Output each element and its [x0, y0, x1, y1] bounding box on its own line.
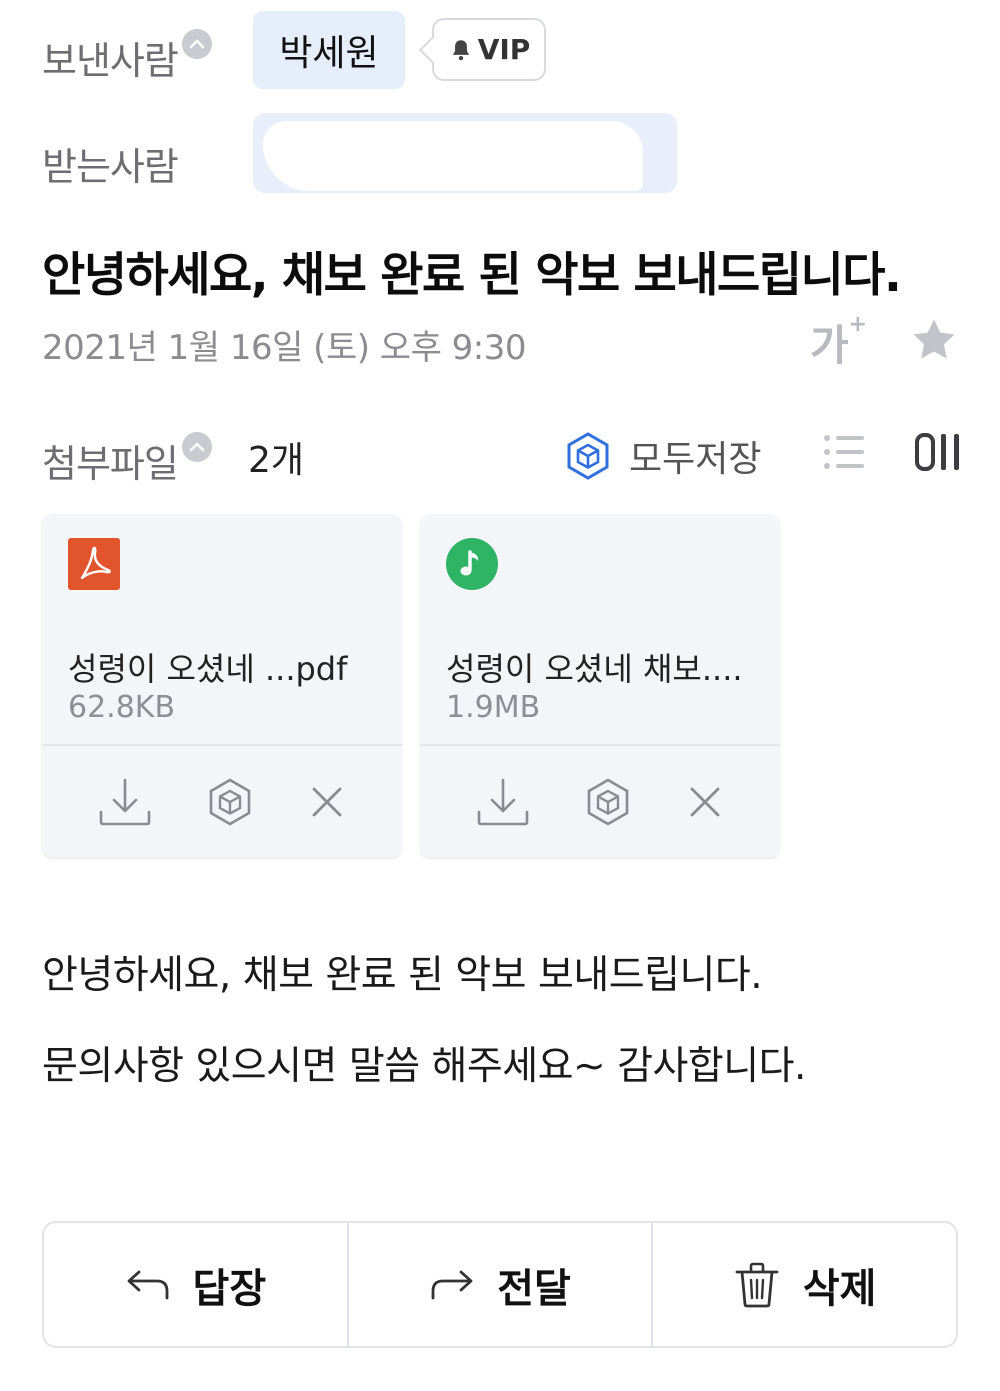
sender-row: 보낸사람 — [42, 28, 212, 85]
list-view-icon[interactable] — [822, 432, 866, 472]
sender-name: 박세원 — [279, 33, 379, 74]
font-size-button[interactable]: 가+ — [810, 312, 867, 373]
close-icon[interactable] — [307, 782, 347, 822]
bell-icon — [452, 39, 469, 60]
reply-icon — [127, 1270, 168, 1299]
attachment-size: 62.8KB — [68, 690, 176, 725]
recipient-label: 받는사람 — [42, 145, 179, 189]
attachment-size: 1.9MB — [446, 690, 541, 725]
sender-label: 보낸사람 — [42, 39, 179, 83]
delete-button[interactable]: 삭제 — [653, 1223, 956, 1346]
redaction-mask — [263, 121, 643, 191]
attachments-count: 2개 — [248, 440, 305, 481]
forward-icon — [431, 1270, 473, 1299]
cube-icon[interactable] — [207, 777, 253, 827]
mail-action-bar: 답장 전달 삭제 — [42, 1221, 958, 1348]
trash-icon — [735, 1262, 779, 1307]
star-icon[interactable] — [908, 314, 960, 366]
mail-body-line: 문의사항 있으시면 말씀 해주세요~ 감사합니다. — [42, 1044, 806, 1089]
forward-label: 전달 — [497, 1265, 571, 1312]
sender-name-chip[interactable]: 박세원 — [253, 11, 405, 89]
attachment-actions — [420, 746, 780, 857]
cube-icon[interactable] — [585, 777, 631, 827]
reply-button[interactable]: 답장 — [44, 1223, 349, 1346]
close-icon[interactable] — [685, 782, 725, 822]
attachment-card[interactable]: 성령이 오셨네 ...pdf 62.8KB — [42, 514, 402, 857]
mail-body-line: 안녕하세요, 채보 완료 된 악보 보내드립니다. — [42, 953, 763, 998]
save-all-button[interactable]: 모두저장 — [565, 430, 761, 482]
mail-subject: 안녕하세요, 채보 완료 된 악보 보내드립니다. — [42, 248, 902, 303]
recipient-row: 받는사람 — [42, 136, 179, 191]
delete-label: 삭제 — [802, 1265, 877, 1312]
pdf-icon — [68, 538, 120, 590]
forward-button[interactable]: 전달 — [349, 1223, 654, 1346]
font-size-label: 가 — [810, 321, 849, 370]
cube-icon — [567, 432, 609, 480]
download-icon[interactable] — [97, 776, 153, 828]
attachment-card[interactable]: 성령이 오셨네 채보.... 1.9MB — [420, 514, 780, 857]
mail-date: 2021년 1월 16일 (토) 오후 9:30 — [42, 328, 527, 368]
attachment-actions — [42, 746, 402, 857]
attachments-header: 첨부파일 — [42, 431, 212, 488]
attachment-name: 성령이 오셨네 채보.... — [446, 650, 743, 688]
card-view-icon[interactable] — [914, 432, 964, 472]
download-icon[interactable] — [475, 776, 531, 828]
music-note-icon — [446, 538, 498, 590]
recipient-chip-redacted[interactable] — [253, 113, 677, 193]
chevron-up-icon[interactable] — [181, 431, 212, 462]
chevron-up-icon[interactable] — [181, 28, 212, 59]
save-all-label: 모두저장 — [629, 439, 762, 480]
vip-label: VIP — [477, 33, 531, 66]
vip-badge[interactable]: VIP — [432, 18, 546, 81]
attachments-label: 첨부파일 — [42, 442, 179, 486]
font-size-plus: + — [848, 312, 868, 337]
reply-label: 답장 — [192, 1265, 267, 1312]
attachment-name: 성령이 오셨네 ...pdf — [68, 650, 348, 688]
